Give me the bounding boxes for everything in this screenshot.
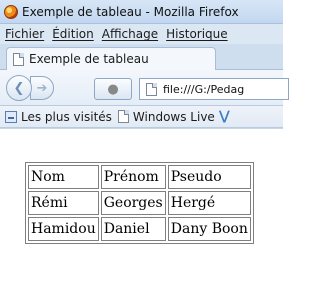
forward-button[interactable]: ➔ <box>30 76 54 100</box>
table-row: Hamidou Daniel Dany Boon <box>28 217 251 241</box>
table-cell: Hamidou <box>28 217 99 241</box>
page-icon <box>117 110 129 123</box>
tab-label: Exemple de tableau <box>29 52 149 66</box>
windows-live-logo-icon: ⋁ <box>218 109 230 124</box>
bookmarks-toolbar: Les plus visités Windows Live ⋁ <box>0 106 283 128</box>
site-identity-icon: ● <box>107 81 119 97</box>
tab-bar: Exemple de tableau <box>0 44 283 70</box>
table-cell: Daniel <box>100 217 166 241</box>
firefox-logo-icon <box>4 4 18 19</box>
window-title-bar[interactable]: Exemple de tableau - Mozilla Firefox <box>0 0 283 24</box>
table-cell: Nom <box>28 165 99 189</box>
page-icon <box>13 52 24 66</box>
table-cell: Georges <box>100 191 166 215</box>
page-icon <box>146 82 157 96</box>
table-cell: Prénom <box>100 165 166 189</box>
window-title: Exemple de tableau - Mozilla Firefox <box>22 4 239 19</box>
menu-affichage[interactable]: Affichage <box>102 27 158 41</box>
back-arrow-icon: ❮ <box>13 80 25 96</box>
back-button[interactable]: ❮ <box>6 75 32 101</box>
bookmark-folder-icon <box>5 110 17 123</box>
table-cell: Pseudo <box>167 165 251 189</box>
bookmark-windows-live[interactable]: Windows Live ⋁ <box>117 109 230 124</box>
table-row: Nom Prénom Pseudo <box>28 165 251 189</box>
site-identity-button[interactable]: ● <box>94 78 132 100</box>
data-table: Nom Prénom Pseudo Rémi Georges Hergé Ham… <box>25 162 254 244</box>
menu-edition[interactable]: Édition <box>52 27 94 41</box>
table-cell: Dany Boon <box>167 217 251 241</box>
menu-fichier[interactable]: Fichier <box>5 27 44 41</box>
table-cell: Hergé <box>167 191 251 215</box>
url-text: file:///G:/Pedag <box>163 82 245 96</box>
bookmark-label: Windows Live <box>132 109 215 124</box>
menu-historique[interactable]: Historique <box>166 27 228 41</box>
bookmark-label: Les plus visités <box>21 109 112 124</box>
menu-bar: Fichier Édition Affichage Historique <box>0 24 283 44</box>
url-bar[interactable]: file:///G:/Pedag <box>139 78 289 100</box>
forward-arrow-icon: ➔ <box>36 80 48 96</box>
bookmark-les-plus-visites[interactable]: Les plus visités <box>5 110 112 124</box>
page-content: Nom Prénom Pseudo Rémi Georges Hergé Ham… <box>0 128 283 289</box>
navigation-toolbar: ➔ ❮ ● file:///G:/Pedag <box>0 70 289 106</box>
tab-exemple-de-tableau[interactable]: Exemple de tableau <box>6 47 216 70</box>
table-cell: Rémi <box>28 191 99 215</box>
table-row: Rémi Georges Hergé <box>28 191 251 215</box>
